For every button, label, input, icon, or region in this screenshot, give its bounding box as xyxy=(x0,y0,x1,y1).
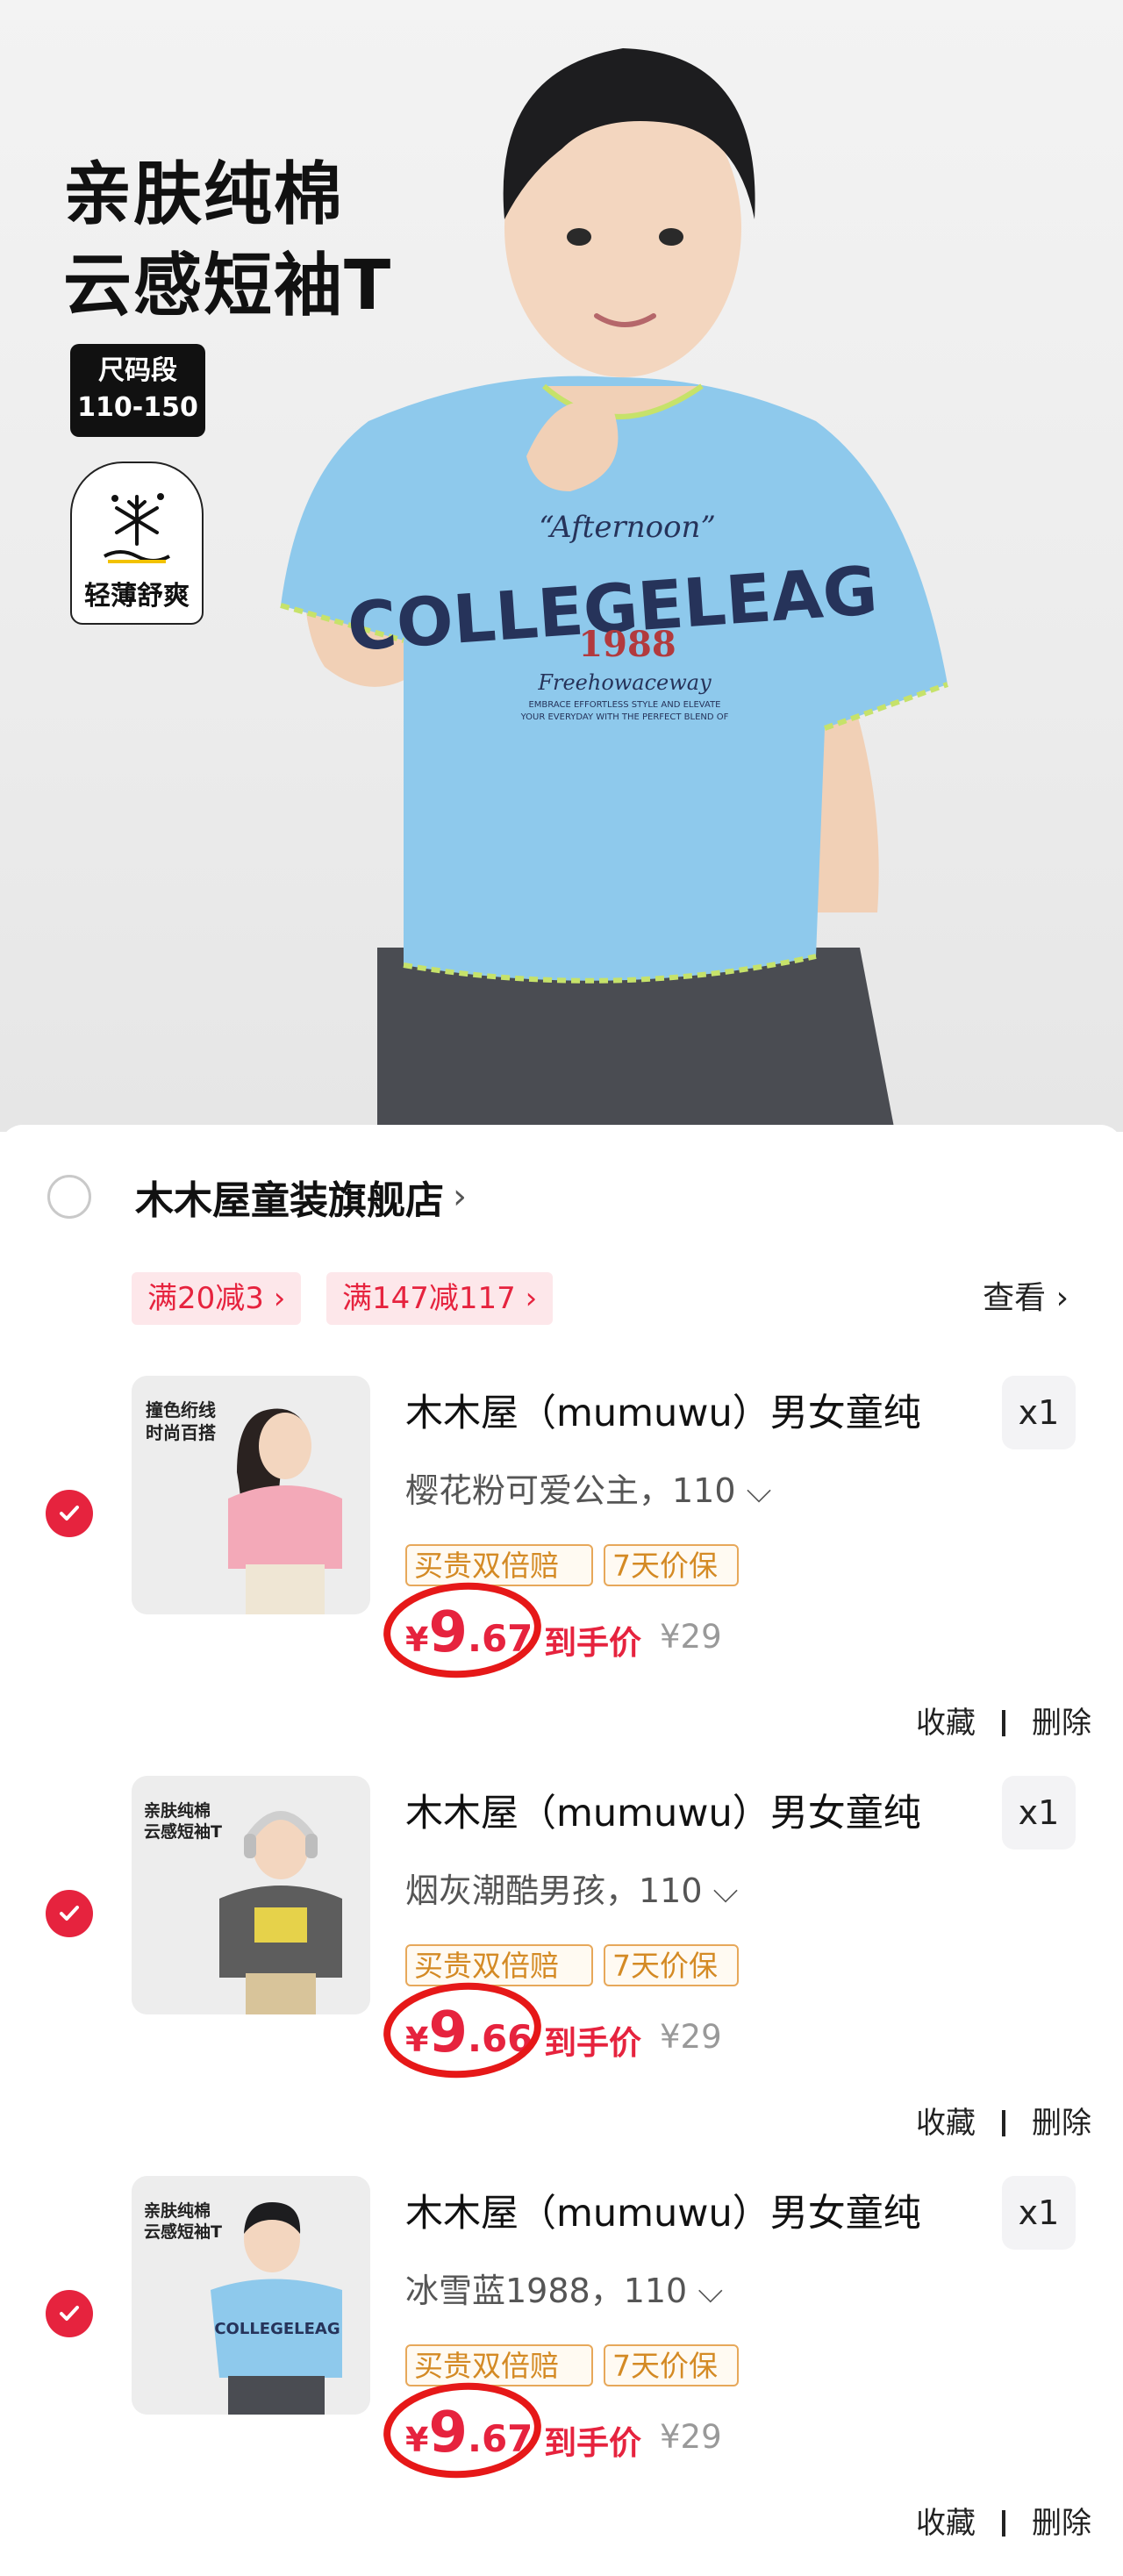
favorite-button[interactable]: 收藏 xyxy=(916,2506,976,2541)
shirt-print-small1: EMBRACE EFFORTLESS STYLE AND ELEVATE xyxy=(528,700,720,710)
variant-selector[interactable]: 樱花粉可爱公主，110 ⌵ xyxy=(405,1463,771,1512)
divider xyxy=(1002,1710,1005,1736)
shirt-print-script2: Freehowaceway xyxy=(537,670,712,695)
product-title[interactable]: 木木屋（mumuwu）男女童纯 xyxy=(405,1783,921,1837)
view-promo-link[interactable]: 查看 › xyxy=(983,1272,1069,1325)
snowflake-icon xyxy=(104,493,170,563)
checkmark-icon xyxy=(60,1506,79,1521)
favorite-button[interactable]: 收藏 xyxy=(916,1706,976,1741)
product-thumbnail[interactable]: 亲肤纯棉 云感短袖T COLLEGELEAG xyxy=(132,2176,370,2415)
svg-text:亲肤纯棉: 亲肤纯棉 xyxy=(144,2200,211,2221)
red-circle-annotation xyxy=(383,1982,541,2079)
item-actions: 收藏 删除 xyxy=(916,1699,1091,1742)
svg-text:亲肤纯棉: 亲肤纯棉 xyxy=(144,1800,211,1821)
shirt-print-year: 1988 xyxy=(578,624,676,665)
checkmark-icon xyxy=(60,1906,79,1921)
quantity-button[interactable]: x1 xyxy=(1002,1376,1076,1449)
original-price: ¥29 xyxy=(660,1618,722,1656)
price-protect-tag: 7天价保 xyxy=(604,1544,739,1586)
product-title[interactable]: 木木屋（mumuwu）男女童纯 xyxy=(405,1383,921,1437)
product-title[interactable]: 木木屋（mumuwu）男女童纯 xyxy=(405,2183,921,2237)
size-range-badge: 尺码段 110-150 xyxy=(70,344,205,437)
red-circle-annotation xyxy=(383,1582,541,1678)
shirt-print-script: “Afternoon” xyxy=(539,510,716,545)
item-actions: 收藏 删除 xyxy=(916,2499,1091,2542)
cart-item: 撞色绗线 时尚百搭 木木屋（mumuwu）男女童纯 x1 樱花粉可爱公主，110… xyxy=(0,1376,1123,1776)
quantity-button[interactable]: x1 xyxy=(1002,1776,1076,1850)
variant-selector[interactable]: 冰雪蓝1988，110 ⌵ xyxy=(405,2264,723,2312)
svg-text:时尚百搭: 时尚百搭 xyxy=(146,1422,217,1443)
delete-button[interactable]: 删除 xyxy=(1032,2106,1091,2141)
checkmark-icon xyxy=(60,2306,79,2321)
product-thumbnail[interactable]: 撞色绗线 时尚百搭 xyxy=(132,1376,370,1614)
item-checkbox[interactable] xyxy=(46,1490,93,1537)
delete-button[interactable]: 删除 xyxy=(1032,2506,1091,2541)
product-thumbnail[interactable]: 亲肤纯棉 云感短袖T xyxy=(132,1776,370,2014)
final-price-label: 到手价 xyxy=(544,2024,641,2062)
promo-tag-2[interactable]: 满147减117 › xyxy=(326,1272,554,1325)
divider xyxy=(1002,2110,1005,2136)
item-checkbox[interactable] xyxy=(46,2290,93,2337)
original-price: ¥29 xyxy=(660,2418,722,2456)
feature-badge: 轻薄舒爽 xyxy=(70,462,204,625)
product-hero-banner: 亲肤纯棉 云感短袖T 尺码段 110-150 轻薄舒爽 “Afternoon” … xyxy=(0,0,1123,1132)
store-select-radio[interactable] xyxy=(47,1175,91,1219)
svg-text:撞色绗线: 撞色绗线 xyxy=(146,1399,216,1420)
final-price-label: 到手价 xyxy=(544,1624,641,1662)
chevron-right-icon[interactable]: › xyxy=(453,1177,467,1217)
svg-text:云感短袖T: 云感短袖T xyxy=(144,2222,222,2242)
svg-text:COLLEGELEAG: COLLEGELEAG xyxy=(214,2320,340,2338)
model-kid-image: “Afternoon” COLLEGELEAG 1988 Freehowacew… xyxy=(280,48,949,1132)
cart-item: 亲肤纯棉 云感短袖T COLLEGELEAG 木木屋（mumuwu）男女童纯 x… xyxy=(0,2176,1123,2576)
store-header[interactable]: 木木屋童装旗舰店 › xyxy=(47,1170,467,1223)
favorite-button[interactable]: 收藏 xyxy=(916,2106,976,2141)
item-checkbox[interactable] xyxy=(46,1890,93,1937)
variant-selector[interactable]: 烟灰潮酷男孩，110 ⌵ xyxy=(405,1864,738,1912)
quantity-button[interactable]: x1 xyxy=(1002,2176,1076,2250)
price-protect-tag: 7天价保 xyxy=(604,1944,739,1986)
cart-panel: 木木屋童装旗舰店 › 满20减3 › 满147减117 › 查看 › 撞色绗线 … xyxy=(0,1125,1123,2561)
item-actions: 收藏 删除 xyxy=(916,2099,1091,2142)
price-protect-tag: 7天价保 xyxy=(604,2344,739,2386)
cart-item: 亲肤纯棉 云感短袖T 木木屋（mumuwu）男女童纯 x1 烟灰潮酷男孩，110… xyxy=(0,1776,1123,2176)
store-name[interactable]: 木木屋童装旗舰店 xyxy=(135,1169,444,1225)
shirt-print-small2: YOUR EVERYDAY WITH THE PERFECT BLEND OF xyxy=(520,712,729,722)
original-price: ¥29 xyxy=(660,2018,722,2056)
red-circle-annotation xyxy=(383,2382,541,2479)
divider xyxy=(1002,2510,1005,2537)
promo-tag-1[interactable]: 满20减3 › xyxy=(132,1272,302,1325)
delete-button[interactable]: 删除 xyxy=(1032,1706,1091,1741)
final-price-label: 到手价 xyxy=(544,2424,641,2462)
svg-text:云感短袖T: 云感短袖T xyxy=(144,1821,222,1842)
